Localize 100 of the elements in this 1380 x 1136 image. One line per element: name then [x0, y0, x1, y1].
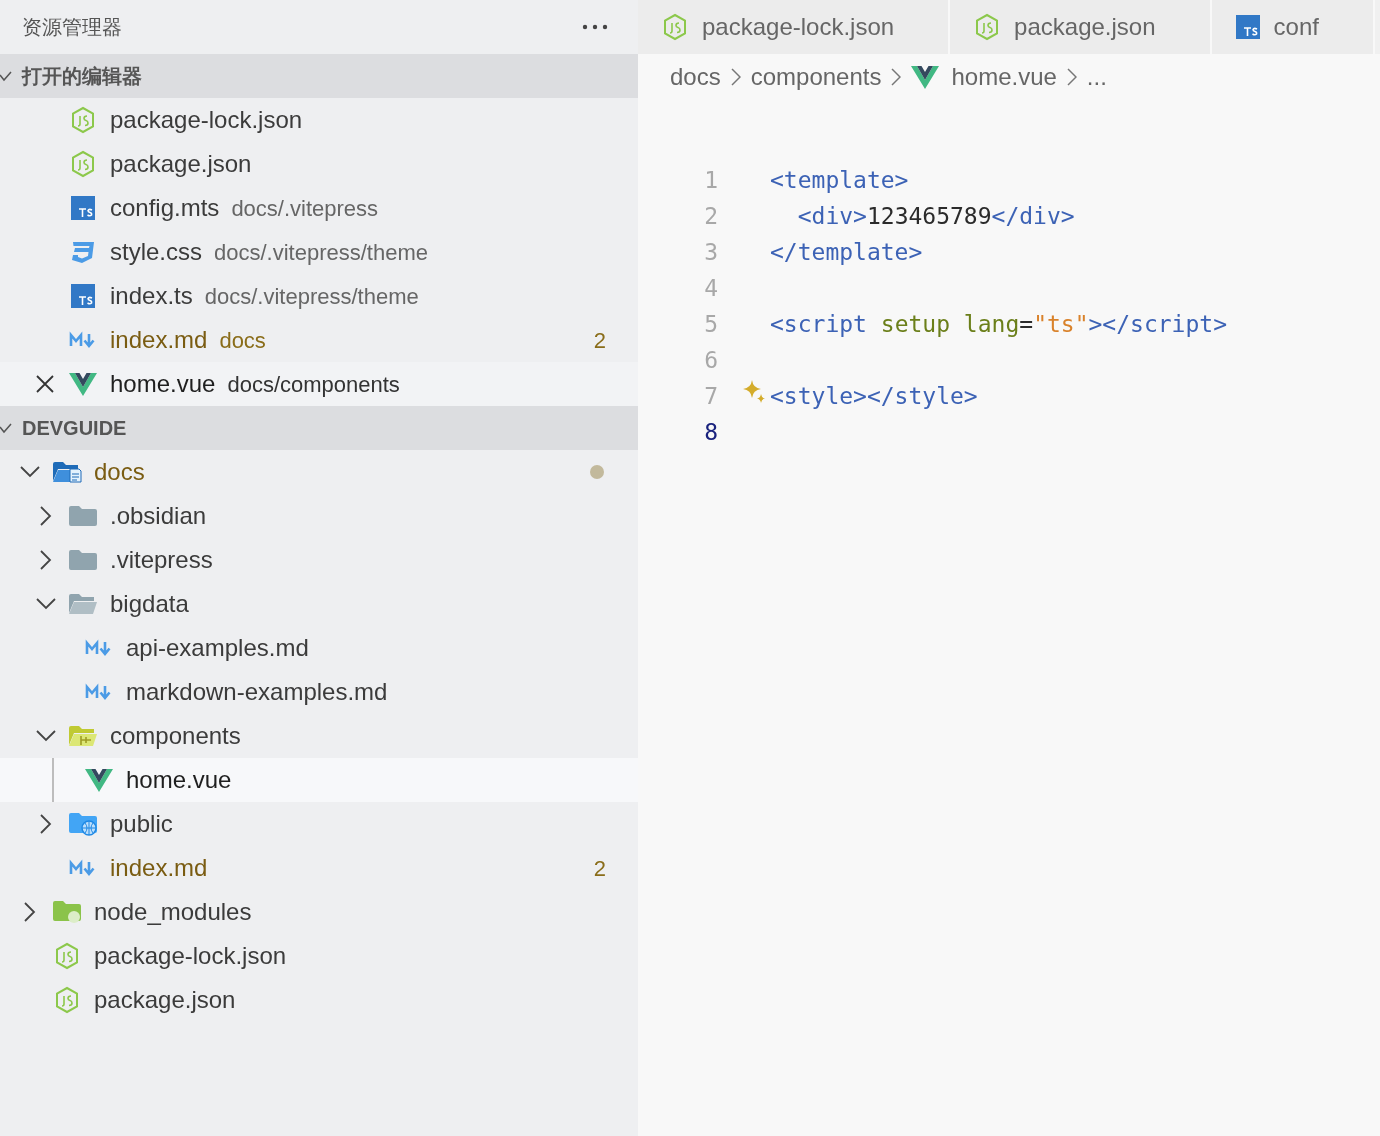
open-editor-row[interactable]: config.mts docs/.vitepress [0, 186, 638, 230]
folder-row[interactable]: docs [0, 450, 638, 494]
file-name: markdown-examples.md [126, 677, 388, 707]
file-path: docs/.vitepress/theme [214, 238, 428, 267]
file-name: home.vue [126, 765, 232, 795]
code-token: ></script> [1088, 309, 1227, 339]
file-path: docs [219, 326, 266, 355]
folder-icon [68, 549, 98, 571]
chevron-right-icon [891, 68, 902, 86]
open-folder-icon [68, 593, 98, 615]
file-row[interactable]: api-examples.md [0, 626, 638, 670]
chevron-right-icon[interactable] [40, 550, 52, 570]
file-name: package.json [110, 149, 252, 179]
file-name: public [110, 809, 173, 839]
file-name: bigdata [110, 589, 189, 619]
folder-icon [68, 505, 98, 527]
file-name: .vitepress [110, 545, 213, 575]
editor-tab[interactable]: package.json [950, 0, 1212, 54]
breadcrumb-item[interactable]: components [750, 59, 882, 95]
breadcrumb-item[interactable]: home.vue [951, 59, 1057, 95]
vue-file-icon [69, 372, 97, 396]
chevron-right-icon [730, 68, 741, 86]
file-name: index.md [110, 853, 208, 883]
file-name: home.vue [110, 369, 216, 399]
file-row[interactable]: markdown-examples.md [0, 670, 638, 714]
line-number: 2 [703, 201, 718, 231]
file-name: package.json [94, 985, 236, 1015]
file-name: components [110, 721, 241, 751]
open-editor-row[interactable]: package-lock.json [0, 98, 638, 142]
ts-file-icon [71, 284, 95, 308]
open-editor-row[interactable]: index.md docs 2 [0, 318, 638, 362]
css-file-icon [70, 239, 96, 265]
line-number: 7 [703, 381, 718, 411]
breadcrumb-item[interactable]: docs [670, 59, 721, 95]
more-icon[interactable] [582, 24, 608, 30]
open-editor-row[interactable]: style.css docs/.vitepress/theme [0, 230, 638, 274]
file-name: api-examples.md [126, 633, 309, 663]
node-folder-icon [52, 900, 82, 924]
line-number: 6 [703, 345, 718, 375]
code-token: "ts" [1033, 309, 1089, 339]
file-name: index.ts [110, 281, 193, 311]
file-row[interactable]: package.json [0, 978, 638, 1022]
folder-row[interactable]: bigdata [0, 582, 638, 626]
file-name: style.css [110, 237, 202, 267]
file-path: docs/.vitepress/theme [204, 282, 419, 311]
ts-file-icon [1235, 15, 1260, 39]
close-icon[interactable] [36, 375, 54, 393]
section-header[interactable]: 打开的编辑器 [0, 54, 638, 98]
file-path: docs/.vitepress [231, 194, 379, 223]
section-header[interactable]: DEVGUIDE [0, 406, 638, 450]
file-name: .obsidian [110, 501, 207, 531]
chevron-right-icon[interactable] [40, 506, 52, 526]
code-token: </template> [770, 237, 923, 267]
file-name: package-lock.json [110, 105, 303, 135]
editor-tab[interactable]: package-lock.json [638, 0, 951, 54]
file-name: config.mts [110, 193, 220, 223]
hexagon-file-icon [70, 106, 96, 134]
ts-file-icon [71, 196, 95, 220]
code-token: </div> [991, 201, 1075, 231]
folder-row[interactable]: public [0, 802, 638, 846]
code-token: = [1019, 309, 1034, 339]
docs-folder-icon [52, 461, 82, 483]
hexagon-file-icon [54, 986, 80, 1014]
open-editor-row[interactable]: home.vue docs/components [0, 362, 638, 406]
file-row[interactable]: home.vue [0, 758, 638, 802]
file-name: docs [94, 457, 145, 487]
explorer-title: 资源管理器 [22, 15, 122, 40]
problem-count: 2 [593, 854, 606, 883]
vue-file-icon [911, 65, 940, 89]
hexagon-file-icon [974, 13, 1001, 41]
markdown-file-icon [85, 683, 113, 701]
folder-row[interactable]: node_modules [0, 890, 638, 934]
open-editor-row[interactable]: index.ts docs/.vitepress/theme [0, 274, 638, 318]
editor-tab[interactable]: conf [1211, 0, 1375, 54]
file-path: docs/components [227, 370, 400, 399]
chevron-right-icon [1066, 68, 1077, 86]
hexagon-file-icon [70, 150, 96, 178]
markdown-file-icon [69, 859, 97, 877]
code-token: 123465789 [866, 201, 992, 231]
line-number: 1 [703, 165, 718, 195]
folder-row[interactable]: components [0, 714, 638, 758]
components-folder-icon [68, 725, 98, 747]
chevron-right-icon[interactable] [24, 902, 36, 922]
chevron-right-icon[interactable] [40, 814, 52, 834]
file-row[interactable]: index.md 2 [0, 846, 638, 890]
folder-row[interactable]: .obsidian [0, 494, 638, 538]
hexagon-file-icon [662, 13, 688, 41]
problem-count: 2 [593, 326, 606, 355]
markdown-file-icon [69, 331, 97, 349]
code-token: <style></style> [770, 381, 978, 411]
open-editor-row[interactable]: package.json [0, 142, 638, 186]
line-number: 8 [703, 417, 718, 447]
code-token: <div> [796, 201, 867, 231]
code-token: setup lang [880, 309, 1020, 339]
globe-folder-icon [68, 812, 98, 836]
folder-row[interactable]: .vitepress [0, 538, 638, 582]
breadcrumb-item[interactable]: ... [1086, 59, 1107, 95]
code-token: <script [770, 309, 868, 339]
line-number: 5 [703, 309, 718, 339]
file-row[interactable]: package-lock.json [0, 934, 638, 978]
